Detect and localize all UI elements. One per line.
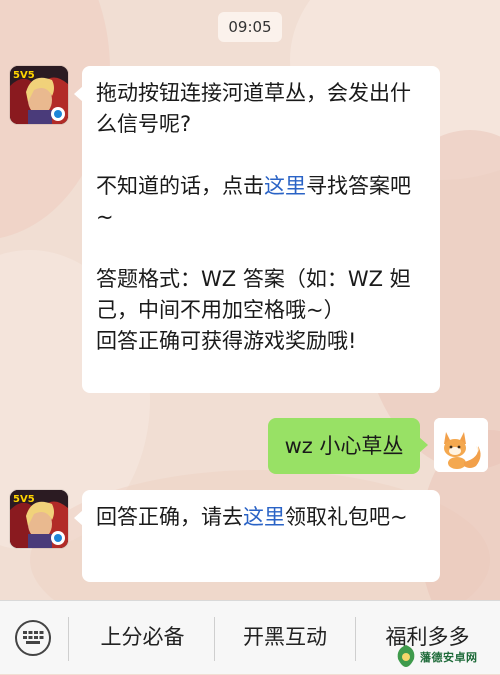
gift-link[interactable]: 这里: [243, 505, 285, 529]
hint-prefix: 不知道的话，点击: [96, 174, 264, 198]
hero-avatar-icon: 5V5: [10, 490, 68, 548]
message-reply: 回答正确，请去这里领取礼包吧~: [96, 502, 426, 533]
watermark-text: 藩德安卓网: [420, 651, 478, 664]
outgoing-message-bubble[interactable]: wz 小心草丛: [268, 418, 428, 474]
watermark-logo-icon: [397, 645, 415, 667]
avatar-badge: 5V5: [13, 494, 35, 505]
message-hint: 不知道的话，点击这里寻找答案吧~: [96, 171, 426, 233]
user-avatar[interactable]: [434, 418, 488, 472]
keyboard-icon: [15, 620, 51, 656]
incoming-message-bubble[interactable]: 拖动按钮连接河道草丛，会发出什么信号呢? 不知道的话，点击这里寻找答案吧~ 答题…: [74, 66, 440, 393]
menu-item-rank-tips[interactable]: 上分必备: [70, 601, 215, 675]
avatar-badge: 5V5: [13, 70, 35, 81]
official-account-avatar[interactable]: 5V5: [10, 66, 68, 124]
message-question: 拖动按钮连接河道草丛，会发出什么信号呢?: [96, 81, 411, 136]
keyboard-toggle-button[interactable]: [13, 618, 53, 658]
message-reward: 回答正确可获得游戏奖励哦!: [96, 329, 357, 353]
reply-prefix: 回答正确，请去: [96, 505, 243, 529]
incoming-message-bubble[interactable]: 回答正确，请去这里领取礼包吧~: [74, 490, 440, 582]
answer-link[interactable]: 这里: [264, 174, 306, 198]
official-account-avatar[interactable]: 5V5: [10, 490, 68, 548]
menu-divider: [68, 617, 69, 661]
reply-suffix: 领取礼包吧~: [285, 505, 408, 529]
message-timestamp: 09:05: [218, 12, 282, 42]
fox-avatar-icon: [434, 418, 488, 472]
site-watermark: 藩德安卓网: [394, 643, 494, 671]
message-format: 答题格式：WZ 答案（如：WZ 妲己，中间不用加空格哦~）: [96, 267, 411, 322]
hero-avatar-icon: 5V5: [10, 66, 68, 124]
menu-item-team-up[interactable]: 开黑互动: [215, 601, 355, 675]
